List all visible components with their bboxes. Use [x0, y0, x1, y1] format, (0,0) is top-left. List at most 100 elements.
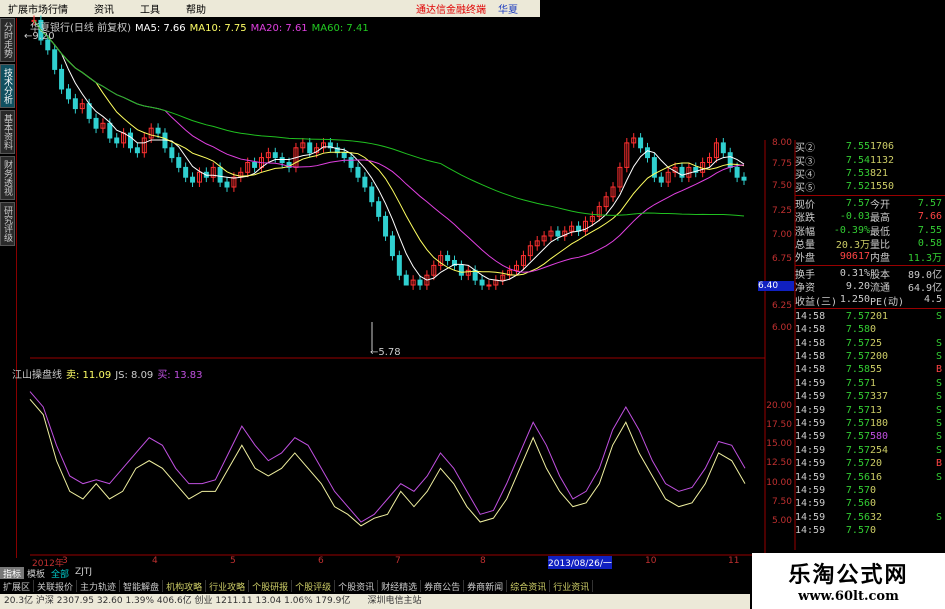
candle	[348, 157, 354, 168]
candle	[134, 147, 140, 154]
tick-row-cell: B	[935, 458, 942, 470]
date-axis-label: 2013/08/26/一	[548, 556, 612, 569]
toolbar-button[interactable]: 券商公告	[421, 580, 465, 593]
tick-row-cell: 1	[870, 377, 877, 389]
tick-row-cell: 7.56	[845, 511, 870, 523]
tick-row-cell: 13	[870, 404, 883, 416]
tick-row-cell: 0	[870, 525, 877, 537]
bid-row: 买③ 7.54 1132	[795, 153, 945, 168]
candle	[376, 201, 382, 217]
bid-row-cell: 7.53	[845, 167, 870, 179]
candle	[389, 235, 395, 257]
toolbar-button[interactable]: 关联报价	[34, 580, 78, 593]
toolbar-button[interactable]: 行业资讯	[550, 580, 594, 593]
candle	[190, 176, 196, 183]
stat-row-cell: 内盘	[870, 253, 890, 265]
tick-row-cell: 7.57	[845, 337, 870, 349]
candle	[396, 255, 402, 276]
toolbar-button[interactable]: 主力轨迹	[77, 580, 121, 593]
tick-row-cell: 14:58	[795, 364, 826, 376]
tick-row-cell: 32	[870, 511, 883, 523]
indicator-title: 江山操盘线 卖: 11.09 JS: 8.09 买: 13.83	[12, 370, 203, 381]
candle	[72, 98, 78, 110]
toolbar-button[interactable]: 券商新闻	[464, 580, 508, 593]
tick-row-cell: 14:58	[795, 337, 826, 349]
date-axis-label: 6	[318, 556, 324, 566]
quote-panel: 买② 7.55 1706 买③ 7.54 1132 买④ 7.53 821 买⑤ 7.52 1550 现…	[795, 140, 945, 537]
tick-row-cell: 0	[870, 324, 877, 336]
indicator-axis-label: 10.00	[766, 478, 792, 488]
indicator-axis-label: 5.00	[771, 516, 792, 526]
tab-template[interactable]: 模板	[24, 567, 48, 580]
tick-row: 14:59 7.56 0	[795, 497, 945, 510]
toolbar-button[interactable]: 个股研报	[249, 580, 293, 593]
bid-row-cell: 1132	[870, 154, 895, 166]
tick-row-cell: 14:59	[795, 431, 826, 443]
indicator-line-2	[29, 398, 746, 527]
toolbar-button[interactable]: 个股评级	[292, 580, 336, 593]
stat-row: 换手 0.31% 股本 89.0亿	[795, 267, 945, 281]
tick-row-cell: 7.58	[845, 364, 870, 376]
toolbar-button[interactable]: 个股资讯	[335, 580, 379, 593]
tick-row-cell: 7.57	[845, 310, 870, 322]
candle	[479, 279, 485, 286]
tick-row: 14:58 7.58 0	[795, 323, 945, 336]
date-axis-label: 10	[645, 556, 657, 566]
tick-row: 14:59 7.57 580 S	[795, 430, 945, 443]
price-axis-label: 6.00	[771, 323, 792, 333]
toolbar-button[interactable]: 扩展区	[0, 580, 35, 593]
tick-row-cell: S	[935, 351, 942, 363]
bid-row: 买④ 7.53 821	[795, 167, 945, 181]
candle	[638, 137, 644, 149]
tick-row-cell: 7.56	[845, 498, 870, 510]
tick-row: 14:58 7.57 200 S	[795, 350, 945, 363]
tick-row-cell: 580	[870, 431, 889, 443]
tick-row-cell: 14:58	[795, 310, 826, 322]
tick-row: 14:59 7.57 337 S	[795, 390, 945, 403]
toolbar-button[interactable]: 综合资讯	[507, 580, 551, 593]
tick-row-cell: 14:59	[795, 418, 826, 429]
status-bar: 20.3亿 沪深 2307.95 32.60 1.39% 406.6亿 创业 1…	[0, 594, 750, 609]
stat-row-cell: 0.58	[917, 237, 942, 249]
tab-all[interactable]: 全部	[48, 567, 72, 580]
tick-row-cell: 0	[870, 484, 877, 496]
stat-row: 涨幅 -0.39% 最低 7.55	[795, 223, 945, 238]
tick-row-cell: 200	[870, 351, 889, 363]
toolbar-button[interactable]: 财经精选	[378, 580, 422, 593]
candle	[658, 176, 664, 183]
tick-row: 14:58 7.57 201 S	[795, 310, 945, 323]
tick-row: 14:59 7.57 0	[795, 484, 945, 497]
bid-row-cell: 7.55	[845, 141, 870, 153]
candle	[741, 176, 747, 181]
bid-row: 买⑤ 7.52 1550	[795, 180, 945, 194]
date-axis-label: 11	[728, 556, 740, 566]
toolbar-button[interactable]: 机构攻略	[163, 580, 207, 593]
candle	[252, 162, 258, 168]
stat-row-cell: 7.55	[917, 224, 942, 236]
tab-indicator[interactable]: 指标	[0, 567, 25, 580]
low-annotation: ←5.78	[370, 347, 401, 358]
candle	[445, 255, 451, 262]
candle	[727, 152, 733, 168]
stat-row-cell: -0.03	[839, 211, 870, 223]
stat-row-cell: 收益(三)	[795, 296, 838, 308]
tick-row-cell: 7.57	[845, 404, 870, 416]
tick-row-cell: S	[935, 391, 942, 403]
date-axis-label: 8	[480, 556, 486, 566]
tick-row-cell: 7.57	[845, 351, 870, 363]
ma10-value: MA10: 7.75	[189, 23, 247, 34]
candle	[155, 127, 161, 134]
date-axis-label: 5	[230, 556, 236, 566]
ma5-value: MA5: 7.66	[134, 23, 186, 34]
bid-row-cell: 1706	[870, 141, 895, 153]
candle	[52, 49, 58, 70]
tick-row-cell: S	[935, 404, 942, 416]
candle	[355, 166, 361, 178]
indicator-axis-label: 12.50	[766, 458, 792, 468]
toolbar-button[interactable]: 行业攻略	[206, 580, 250, 593]
tick-row-cell: S	[935, 337, 942, 349]
candle	[417, 279, 423, 286]
tick-row-cell: 14:59	[795, 444, 826, 456]
tab-zjtj[interactable]: ZJTJ	[72, 567, 95, 579]
toolbar-button[interactable]: 智能解盘	[120, 580, 164, 593]
